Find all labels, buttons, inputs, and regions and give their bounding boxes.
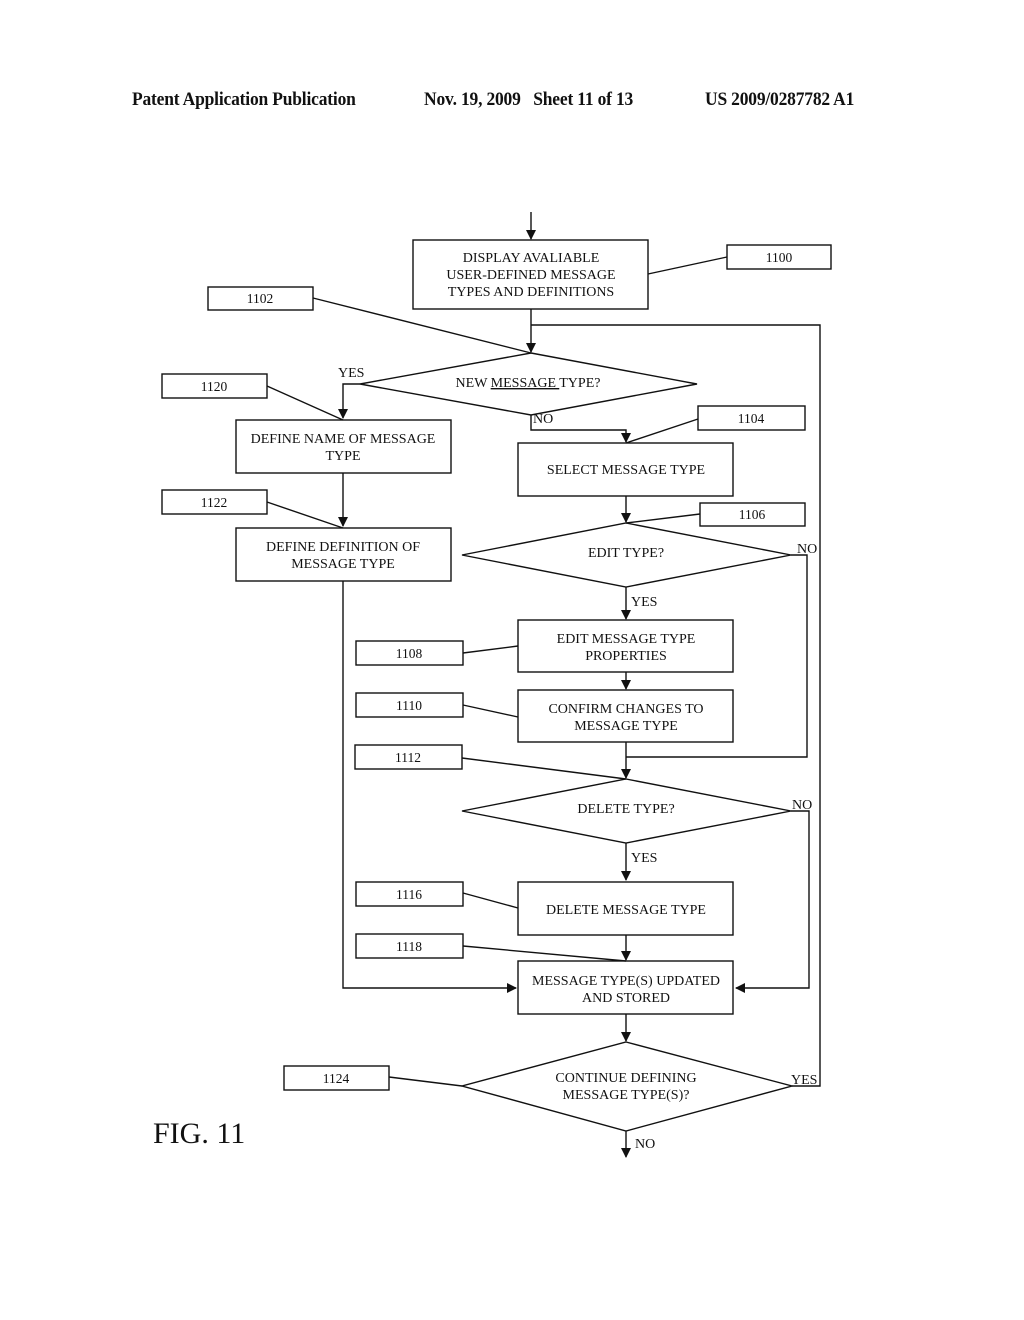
branch-no-1124: NO bbox=[635, 1137, 655, 1152]
ref-1116: 1116 bbox=[396, 887, 422, 902]
branch-yes-1106: YES bbox=[631, 595, 657, 610]
step-1100-line-3: TYPES AND DEFINITIONS bbox=[448, 285, 614, 300]
step-1100-line-2: USER-DEFINED MESSAGE bbox=[446, 268, 615, 283]
step-1102-text: NEW MESSAGE TYPE? bbox=[456, 376, 601, 391]
step-1100-line-1: DISPLAY AVALIABLE bbox=[463, 251, 600, 266]
step-1124-line-1: CONTINUE DEFINING bbox=[555, 1071, 696, 1086]
branch-yes-1124: YES bbox=[791, 1073, 817, 1088]
step-1110-line-1: CONFIRM CHANGES TO bbox=[548, 702, 703, 717]
ref-1110: 1110 bbox=[396, 698, 422, 713]
ref-1102: 1102 bbox=[247, 291, 274, 306]
ref-1104: 1104 bbox=[738, 411, 765, 426]
branch-no-1112: NO bbox=[792, 798, 812, 813]
ref-1122: 1122 bbox=[201, 495, 228, 510]
step-1122-line-1: DEFINE DEFINITION OF bbox=[266, 540, 420, 555]
leader-1100 bbox=[647, 256, 728, 275]
step-1118-line-1: MESSAGE TYPE(S) UPDATED bbox=[532, 974, 720, 989]
step-1106-text: EDIT TYPE? bbox=[588, 546, 664, 561]
step-1118-line-2: AND STORED bbox=[582, 991, 670, 1006]
ref-1120: 1120 bbox=[201, 379, 228, 394]
step-1124-line-2: MESSAGE TYPE(S)? bbox=[563, 1088, 690, 1103]
step-1108-line-2: PROPERTIES bbox=[585, 649, 667, 664]
ref-1108: 1108 bbox=[396, 646, 423, 661]
ref-1100: 1100 bbox=[766, 250, 793, 265]
step-1122-line-2: MESSAGE TYPE bbox=[291, 557, 395, 572]
step-1116-text: DELETE MESSAGE TYPE bbox=[546, 903, 706, 918]
branch-no-1102: NO bbox=[533, 412, 553, 427]
branch-yes-1112: YES bbox=[631, 851, 657, 866]
figure-label: FIG. 11 bbox=[153, 1117, 245, 1150]
step-1104-line-1: SELECT MESSAGE TYPE bbox=[547, 463, 705, 478]
flowchart: DISPLAY AVALIABLE USER-DEFINED MESSAGE T… bbox=[153, 212, 832, 1158]
ref-1106: 1106 bbox=[739, 507, 766, 522]
step-1110-line-2: MESSAGE TYPE bbox=[574, 719, 678, 734]
branch-no-1106: NO bbox=[797, 542, 817, 557]
branch-yes-1102: YES bbox=[338, 366, 364, 381]
ref-1112: 1112 bbox=[395, 750, 421, 765]
ref-1124: 1124 bbox=[323, 1071, 350, 1086]
step-1120-line-1: DEFINE NAME OF MESSAGE bbox=[251, 432, 436, 447]
step-1120-line-2: TYPE bbox=[326, 449, 361, 464]
step-1108-line-1: EDIT MESSAGE TYPE bbox=[557, 632, 696, 647]
step-1112-text: DELETE TYPE? bbox=[577, 802, 674, 817]
ref-1118: 1118 bbox=[396, 939, 422, 954]
step-1124-diamond bbox=[459, 1041, 795, 1132]
